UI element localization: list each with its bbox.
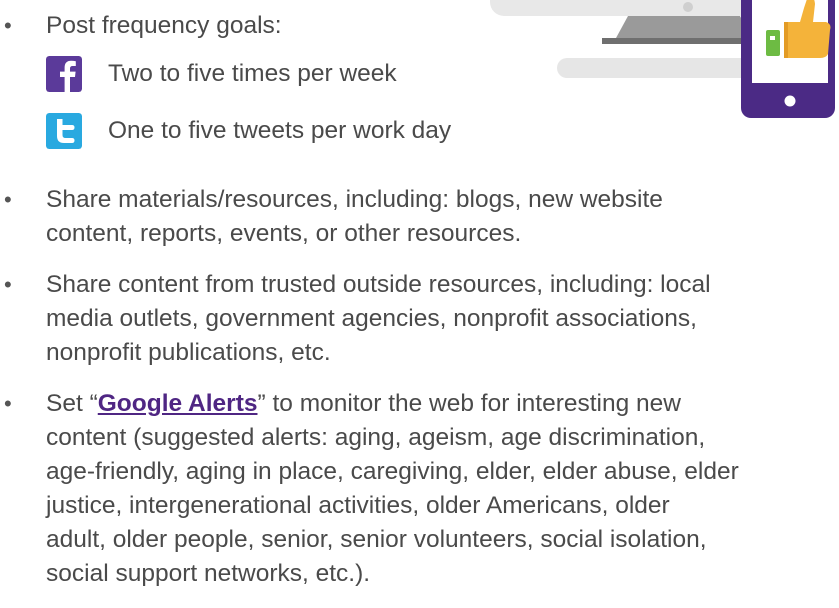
bullet-marker: • [4,391,12,416]
facebook-icon [46,56,82,92]
facebook-frequency-text: Two to five times per week [108,60,397,87]
bullet-marker: • [4,13,12,38]
post-frequency-heading: Post frequency goals: [46,12,282,39]
smartphone-icon [741,0,835,118]
bullet-marker: • [4,272,12,297]
bullet-text: Share content from trusted outside resou… [46,271,711,366]
twitter-icon [46,113,82,149]
google-alerts-link[interactable]: Google Alerts [98,390,258,417]
bullet-text: Set “Google Alerts” to monitor the web f… [46,390,739,587]
bullet-text: Share materials/resources, including: bl… [46,186,663,247]
bullet-text: Post frequency goals: [46,9,282,43]
bullet-marker: • [4,187,12,212]
twitter-frequency-text: One to five tweets per work day [108,117,452,144]
